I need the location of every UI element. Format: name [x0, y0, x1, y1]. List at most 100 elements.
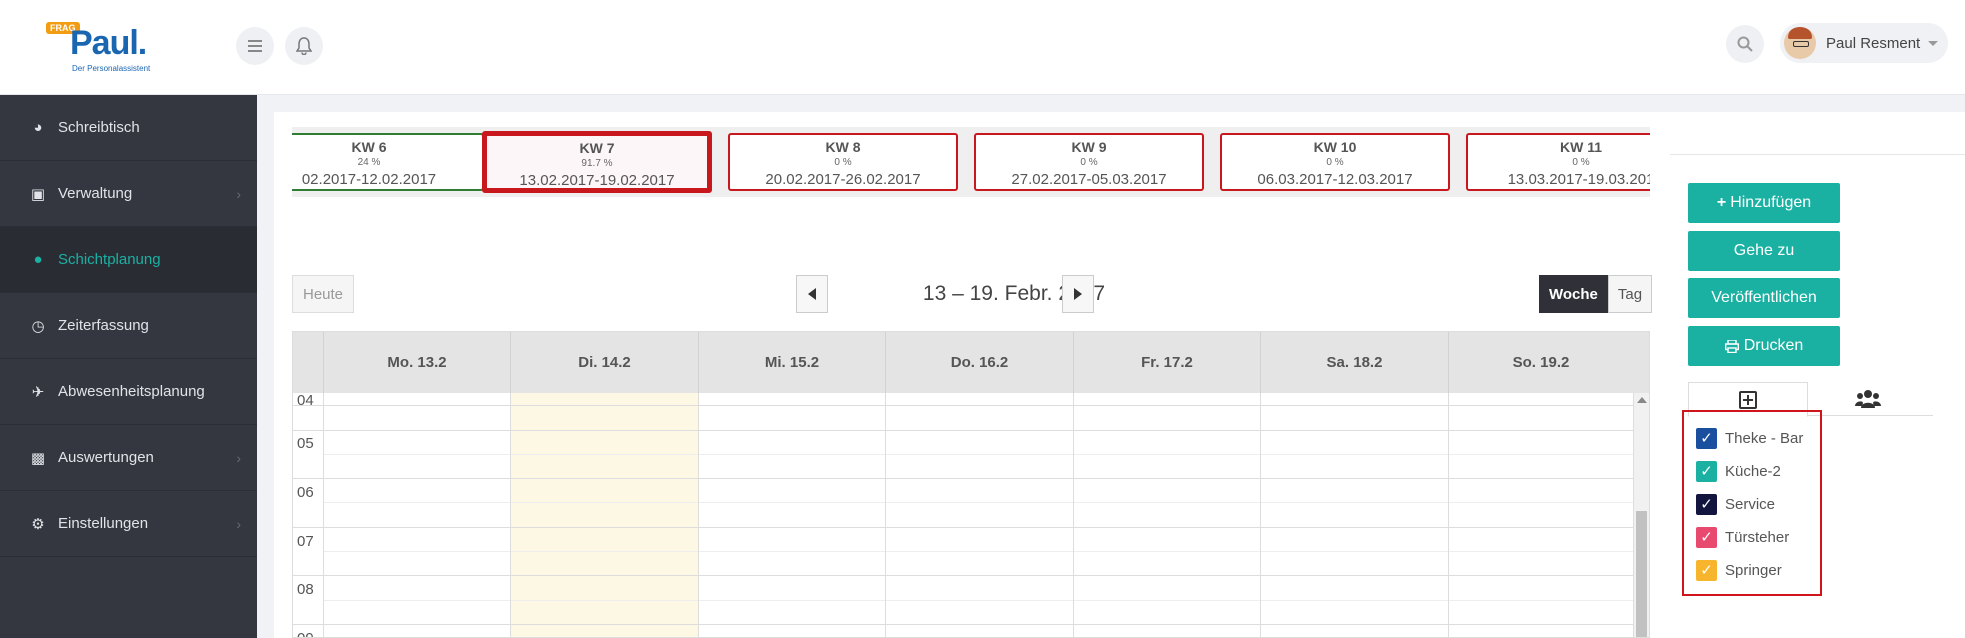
filter-item-service[interactable]: ✓ Service	[1696, 492, 1775, 516]
grid-line	[323, 551, 1633, 552]
week-range: 27.02.2017-05.03.2017	[1011, 171, 1167, 188]
week-number: KW 10	[1313, 139, 1357, 155]
week-number: KW 7	[579, 140, 615, 156]
sidebar-item-label: Verwaltung	[58, 185, 133, 202]
users-icon: ●	[33, 251, 43, 268]
week-card-kw10[interactable]: KW 10 0 % 06.03.2017-12.03.2017	[1220, 133, 1450, 191]
notifications-button[interactable]	[285, 27, 323, 65]
filter-item-tuersteher[interactable]: ✓ Türsteher	[1696, 525, 1789, 549]
sidebar-item-zeiterfassung[interactable]: ◷ Zeiterfassung	[0, 293, 257, 359]
day-header-wed: Mi. 15.2	[698, 332, 885, 393]
week-percent: 24 %	[357, 157, 381, 168]
sidebar-item-auswertungen[interactable]: ▩ Auswertungen ›	[0, 425, 257, 491]
scrollbar-thumb[interactable]	[1636, 511, 1647, 637]
filter-label: Türsteher	[1725, 528, 1790, 546]
position-filter-list: ✓ Theke - Bar ✓ Küche-2 ✓ Service ✓ Türs…	[1682, 410, 1822, 596]
view-toggle: Woche Tag	[1539, 275, 1653, 313]
week-card-kw7[interactable]: KW 7 91.7 % 13.02.2017-19.02.2017	[482, 131, 712, 193]
arrow-left-icon	[808, 288, 816, 300]
checkbox-theke-bar[interactable]: ✓	[1696, 427, 1717, 449]
chevron-down-icon	[1928, 40, 1939, 46]
bell-icon	[296, 37, 312, 55]
sidebar-item-label: Einstellungen	[58, 515, 149, 532]
grid-line	[293, 478, 1633, 479]
week-card-kw6[interactable]: KW 6 24 % 02.2017-12.02.2017	[292, 133, 484, 191]
grid-line	[323, 393, 324, 637]
sidebar-item-einstellungen[interactable]: ⚙ Einstellungen ›	[0, 491, 257, 557]
filter-item-theke-bar[interactable]: ✓ Theke - Bar	[1696, 426, 1803, 450]
add-button[interactable]: + Hinzufügen	[1688, 183, 1840, 223]
day-header-thu: Do. 16.2	[885, 332, 1073, 393]
arrow-right-icon	[1074, 288, 1082, 300]
prev-week-button[interactable]	[796, 275, 828, 313]
week-number: KW 6	[351, 139, 387, 155]
calendar-scrollbar[interactable]	[1633, 393, 1649, 637]
checkbox-springer[interactable]: ✓	[1696, 559, 1717, 581]
grid-line	[510, 393, 511, 637]
cogs-icon: ⚙	[31, 515, 45, 533]
print-button-label: Drucken	[1743, 337, 1804, 354]
top-header: FRAG Paul. Der Personalassistent Paul Re…	[0, 0, 1965, 95]
hour-label: 09	[297, 630, 314, 637]
week-strip[interactable]: KW 6 24 % 02.2017-12.02.2017 KW 7 91.7 %…	[292, 127, 1650, 197]
plus-icon: +	[1716, 194, 1727, 211]
week-percent: 0 %	[834, 157, 852, 168]
frag-paul-logo[interactable]: FRAG Paul. Der Personalassistent	[46, 22, 166, 74]
menu-toggle-button[interactable]	[236, 27, 274, 65]
publish-button[interactable]: Veröffentlichen	[1688, 278, 1840, 318]
tab-employees[interactable]	[1808, 382, 1928, 416]
view-day-button[interactable]: Tag	[1607, 275, 1653, 313]
grid-line	[1073, 393, 1074, 637]
filter-label: Theke - Bar	[1725, 429, 1804, 447]
hour-label: 07	[297, 533, 314, 550]
today-button[interactable]: Heute	[292, 275, 354, 313]
week-number: KW 11	[1559, 139, 1602, 155]
hour-label: 08	[297, 581, 314, 598]
checkbox-tuersteher[interactable]: ✓	[1696, 526, 1717, 548]
checkbox-service[interactable]: ✓	[1696, 493, 1717, 515]
hamburger-icon	[248, 40, 262, 52]
filter-item-kueche-2[interactable]: ✓ Küche-2	[1696, 459, 1781, 483]
week-range: 13.02.2017-19.02.2017	[519, 172, 675, 189]
sidebar-item-abwesenheitsplanung[interactable]: ✈ Abwesenheitsplanung	[0, 359, 257, 425]
grid-line	[293, 624, 1633, 625]
view-week-button[interactable]: Woche	[1539, 275, 1608, 313]
add-button-label: Hinzufügen	[1730, 194, 1812, 211]
plane-icon: ✈	[31, 383, 45, 401]
printer-icon	[1724, 339, 1739, 353]
week-range: 02.2017-12.02.2017	[301, 171, 437, 188]
user-menu[interactable]: Paul Resment	[1780, 23, 1948, 63]
checkbox-kueche-2[interactable]: ✓	[1696, 460, 1717, 482]
sidebar-item-schichtplanung[interactable]: ● Schichtplanung	[0, 227, 257, 293]
week-calendar: Mo. 13.2 Di. 14.2 Mi. 15.2 Do. 16.2 Fr. …	[292, 331, 1650, 638]
chevron-right-icon: ›	[236, 185, 241, 202]
grid-line	[293, 405, 1633, 406]
grid-line	[323, 454, 1633, 455]
grid-line	[323, 502, 1633, 503]
week-card-kw11[interactable]: KW 11 0 % 13.03.2017-19.03.201	[1466, 133, 1650, 191]
week-percent: 0 %	[1326, 157, 1344, 168]
sidebar-item-label: Zeiterfassung	[58, 317, 149, 334]
goto-button[interactable]: Gehe zu	[1688, 231, 1840, 271]
sidebar-item-label: Auswertungen	[58, 449, 154, 466]
print-button[interactable]: Drucken	[1688, 326, 1840, 366]
user-name: Paul Resment	[1826, 34, 1921, 52]
filter-item-springer[interactable]: ✓ Springer	[1696, 558, 1782, 582]
grid-line	[885, 393, 886, 637]
scroll-up-icon[interactable]	[1637, 397, 1647, 403]
week-card-kw9[interactable]: KW 9 0 % 27.02.2017-05.03.2017	[974, 133, 1204, 191]
week-range: 20.02.2017-26.02.2017	[765, 171, 921, 188]
sidebar-item-label: Schichtplanung	[58, 251, 161, 268]
week-card-kw8[interactable]: KW 8 0 % 20.02.2017-26.02.2017	[728, 133, 958, 191]
hour-label: 05	[297, 435, 314, 452]
calendar-title: 13 – 19. Febr. 2017	[922, 282, 1106, 305]
sidebar-item-schreibtisch[interactable]: ◕ Schreibtisch	[0, 95, 257, 161]
next-week-button[interactable]	[1062, 275, 1094, 313]
dashboard-icon: ◕	[33, 119, 43, 136]
divider	[1670, 154, 1965, 155]
laptop-icon: ▣	[30, 185, 46, 203]
hour-label: 06	[297, 484, 314, 501]
search-button[interactable]	[1726, 25, 1764, 63]
logo-text: Paul.	[70, 24, 147, 62]
sidebar-item-verwaltung[interactable]: ▣ Verwaltung ›	[0, 161, 257, 227]
